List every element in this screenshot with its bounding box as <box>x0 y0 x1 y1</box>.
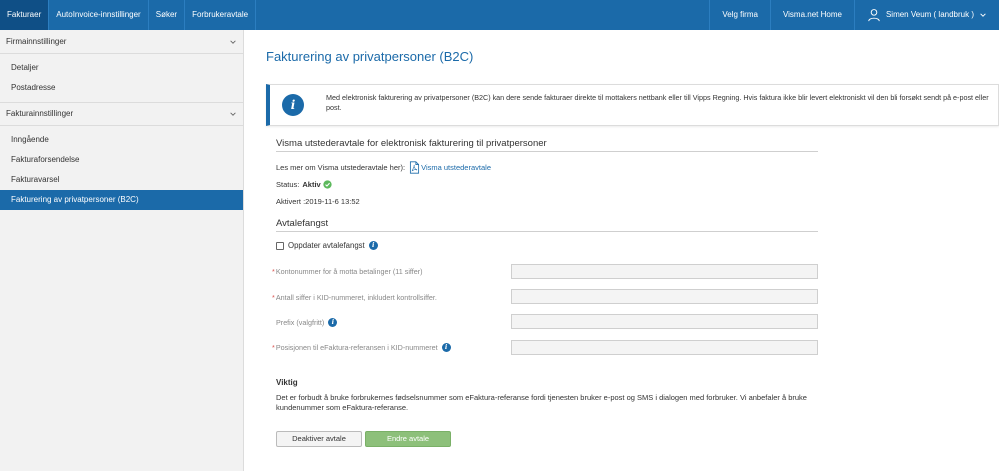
visma-home-link[interactable]: Visma.net Home <box>769 0 854 30</box>
tab-fakturaer[interactable]: Fakturaer <box>0 0 50 30</box>
important-title: Viktig <box>276 378 298 387</box>
prefix-input[interactable] <box>511 314 818 329</box>
divider <box>276 231 818 232</box>
account-number-label: * Kontonummer for å motta betalinger (11… <box>272 267 423 276</box>
sidebar-item-b2c[interactable]: Fakturering av privatpersoner (B2C) <box>0 190 243 210</box>
top-navigation-bar: Fakturaer AutoInvoice-innstillinger Søke… <box>0 0 999 30</box>
tab-soker[interactable]: Søker <box>149 0 186 30</box>
info-icon[interactable]: i <box>328 318 338 327</box>
update-capture-row: Oppdater avtalefangst i <box>276 241 378 250</box>
sidebar-section-label: Fakturainnstillinger <box>6 109 74 118</box>
kid-length-input[interactable] <box>511 289 818 304</box>
chevron-down-icon <box>980 13 986 17</box>
chevron-down-icon <box>230 39 236 44</box>
kid-length-label: * Antall siffer i KID-nummeret, inkluder… <box>272 293 437 302</box>
sidebar-item-inngaende[interactable]: Inngående <box>0 130 243 150</box>
main-content: Fakturering av privatpersoner (B2C) i Me… <box>244 30 999 471</box>
field-label-text: Antall siffer i KID-nummeret, inkludert … <box>275 293 437 302</box>
user-name: Simen Veum ( landbruk ) <box>885 10 974 19</box>
efaktura-position-input[interactable] <box>511 340 818 355</box>
info-text: Med elektronisk fakturering av privatper… <box>326 93 989 112</box>
sidebar-item-fakturavarsel[interactable]: Fakturavarsel <box>0 170 243 190</box>
activated-row: Aktivert :2019-11-6 13:52 <box>276 197 360 206</box>
important-text: Det er forbudt å bruke forbrukernes føds… <box>276 393 807 412</box>
check-circle-icon <box>323 180 332 189</box>
sidebar-item-fakturaforsendelse[interactable]: Fakturaforsendelse <box>0 150 243 170</box>
top-right-menu: Velg firma Visma.net Home Simen Veum ( l… <box>709 0 999 30</box>
prefix-label: Prefix (valgfritt) i <box>276 318 338 327</box>
choose-company-button[interactable]: Velg firma <box>709 0 770 30</box>
required-mark: * <box>272 267 275 276</box>
required-mark: * <box>272 343 275 352</box>
info-icon[interactable]: i <box>441 343 451 352</box>
change-agreement-button[interactable]: Endre avtale <box>365 431 451 447</box>
info-box: i Med elektronisk fakturering av privatp… <box>266 84 999 126</box>
sidebar: Firmainnstillinger Detaljer Postadresse … <box>0 30 244 471</box>
sidebar-item-postadresse[interactable]: Postadresse <box>0 78 243 98</box>
main-tabs: Fakturaer AutoInvoice-innstillinger Søke… <box>0 0 257 30</box>
agreement-pdf-link[interactable]: Visma utstederavtale <box>409 161 491 174</box>
sidebar-section-label: Firmainnstillinger <box>6 36 67 46</box>
status-value: Aktiv <box>302 180 321 189</box>
agreement-heading: Visma utstederavtale for elektronisk fak… <box>276 138 547 149</box>
read-more-text: Les mer om Visma utstederavtale her): <box>276 163 406 172</box>
agreement-link-label: Visma utstederavtale <box>421 163 491 172</box>
field-label-text: Prefix (valgfritt) <box>276 318 325 327</box>
field-label-text: Posisjonen til eFaktura-referansen i KID… <box>275 343 438 352</box>
update-capture-label: Oppdater avtalefangst <box>288 241 365 250</box>
pdf-file-icon <box>410 161 420 174</box>
divider <box>276 151 818 152</box>
status-label: Status: <box>276 180 300 189</box>
activated-text: Aktivert :2019-11-6 13:52 <box>276 197 360 206</box>
sidebar-section-firmainnstillinger[interactable]: Firmainnstillinger <box>0 30 243 54</box>
sidebar-item-detaljer[interactable]: Detaljer <box>0 58 243 78</box>
status-row: Status: Aktiv <box>276 180 332 189</box>
tab-autoinvoice-settings[interactable]: AutoInvoice-innstillinger <box>49 0 149 30</box>
sidebar-section-fakturainnstillinger[interactable]: Fakturainnstillinger <box>0 102 243 126</box>
chevron-down-icon <box>230 112 236 116</box>
read-more-row: Les mer om Visma utstederavtale her): Vi… <box>276 161 491 174</box>
update-capture-checkbox[interactable] <box>276 241 284 250</box>
capture-heading: Avtalefangst <box>276 218 329 229</box>
page-title: Fakturering av privatpersoner (B2C) <box>266 49 474 64</box>
field-label-text: Kontonummer for å motta betalinger (11 s… <box>275 267 423 276</box>
account-number-input[interactable] <box>511 264 818 279</box>
info-icon[interactable]: i <box>368 241 378 250</box>
efaktura-position-label: * Posisjonen til eFaktura-referansen i K… <box>272 343 451 352</box>
user-icon <box>868 9 880 22</box>
user-menu[interactable]: Simen Veum ( landbruk ) <box>853 0 999 30</box>
tab-forbrukeravtale[interactable]: Forbrukeravtale <box>185 0 257 30</box>
deactivate-agreement-button[interactable]: Deaktiver avtale <box>276 431 362 447</box>
required-mark: * <box>272 293 275 302</box>
info-icon: i <box>282 94 304 116</box>
